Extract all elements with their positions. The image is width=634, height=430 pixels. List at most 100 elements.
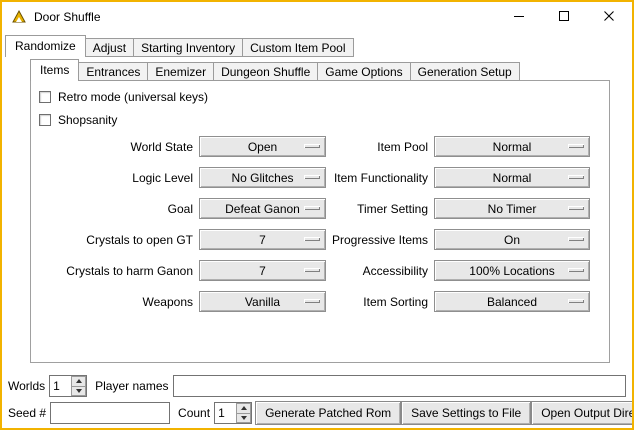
maximize-icon (559, 11, 570, 22)
options-form: World State Open Item Pool Normal Logic … (31, 131, 609, 317)
dropdown-indicator (568, 268, 584, 272)
tab-enemizer[interactable]: Enemizer (147, 62, 214, 81)
tab-entrances[interactable]: Entrances (78, 62, 148, 81)
items-pane: Retro mode (universal keys) Shopsanity W… (30, 80, 610, 363)
weapons-label: Weapons (31, 295, 199, 309)
window-title: Door Shuffle (34, 10, 101, 24)
window-controls (497, 2, 632, 31)
weapons-dropdown[interactable]: Vanilla (199, 291, 326, 312)
item-functionality-dropdown[interactable]: Normal (434, 167, 590, 188)
logic-level-label: Logic Level (31, 171, 199, 185)
dropdown-indicator (568, 237, 584, 241)
count-spinner-arrows (236, 403, 251, 423)
dropdown-indicator (568, 206, 584, 210)
progressive-items-dropdown[interactable]: On (434, 229, 590, 250)
player-names-input[interactable] (173, 375, 627, 397)
shopsanity-row: Shopsanity (31, 108, 609, 131)
tab-starting-inventory[interactable]: Starting Inventory (133, 38, 243, 57)
worlds-value: 1 (50, 376, 71, 396)
item-sorting-label: Item Sorting (326, 295, 434, 309)
seed-label: Seed # (8, 406, 46, 420)
dropdown-indicator (304, 206, 320, 210)
timer-setting-label: Timer Setting (326, 202, 434, 216)
world-state-value: Open (248, 140, 277, 154)
progressive-items-value: On (504, 233, 520, 247)
spinner-up-icon (241, 406, 247, 410)
dropdown-indicator (568, 144, 584, 148)
goal-dropdown[interactable]: Defeat Ganon (199, 198, 326, 219)
tab-dungeon-shuffle[interactable]: Dungeon Shuffle (213, 62, 318, 81)
timer-setting-value: No Timer (488, 202, 537, 216)
dropdown-indicator (304, 175, 320, 179)
tab-items[interactable]: Items (30, 59, 79, 81)
tab-game-options[interactable]: Game Options (317, 62, 410, 81)
minimize-icon (514, 11, 525, 22)
accessibility-dropdown[interactable]: 100% Locations (434, 260, 590, 281)
outer-tab-bar: Randomize Adjust Starting Inventory Cust… (5, 35, 354, 57)
world-state-dropdown[interactable]: Open (199, 136, 326, 157)
worlds-spinner-up[interactable] (71, 376, 86, 387)
minimize-button[interactable] (497, 2, 542, 31)
count-value: 1 (215, 403, 236, 423)
retro-mode-row: Retro mode (universal keys) (31, 85, 609, 108)
item-pool-dropdown[interactable]: Normal (434, 136, 590, 157)
app-icon (11, 9, 27, 25)
seed-input[interactable] (50, 402, 170, 424)
form-row: Logic Level No Glitches Item Functionali… (31, 162, 609, 193)
crystals-harm-ganon-value: 7 (259, 264, 266, 278)
worlds-spinner-down[interactable] (71, 387, 86, 397)
open-output-directory-button[interactable]: Open Output Directory (531, 401, 634, 425)
crystals-open-gt-dropdown[interactable]: 7 (199, 229, 326, 250)
tab-custom-item-pool[interactable]: Custom Item Pool (242, 38, 353, 57)
item-sorting-value: Balanced (487, 295, 537, 309)
item-pool-label: Item Pool (326, 140, 434, 154)
tab-randomize[interactable]: Randomize (5, 35, 86, 57)
crystals-open-gt-value: 7 (259, 233, 266, 247)
titlebar: Door Shuffle (2, 2, 632, 31)
world-state-label: World State (31, 140, 199, 154)
accessibility-label: Accessibility (326, 264, 434, 278)
count-label: Count (178, 406, 210, 420)
form-row: World State Open Item Pool Normal (31, 131, 609, 162)
goal-value: Defeat Ganon (225, 202, 300, 216)
retro-mode-checkbox[interactable] (39, 91, 51, 103)
item-functionality-value: Normal (493, 171, 532, 185)
player-names-label: Player names (95, 379, 168, 393)
accessibility-value: 100% Locations (469, 264, 554, 278)
logic-level-dropdown[interactable]: No Glitches (199, 167, 326, 188)
tab-adjust[interactable]: Adjust (85, 38, 134, 57)
close-button[interactable] (587, 2, 632, 31)
item-sorting-dropdown[interactable]: Balanced (434, 291, 590, 312)
worlds-spinner[interactable]: 1 (49, 375, 87, 397)
crystals-harm-ganon-dropdown[interactable]: 7 (199, 260, 326, 281)
seed-row: Seed # Count 1 Generate Patched Rom Save… (8, 401, 626, 425)
shopsanity-label: Shopsanity (58, 113, 117, 127)
logic-level-value: No Glitches (231, 171, 293, 185)
count-spinner-down[interactable] (236, 414, 251, 424)
save-settings-button[interactable]: Save Settings to File (401, 401, 531, 425)
timer-setting-dropdown[interactable]: No Timer (434, 198, 590, 219)
form-row: Goal Defeat Ganon Timer Setting No Timer (31, 193, 609, 224)
item-pool-value: Normal (493, 140, 532, 154)
weapons-value: Vanilla (245, 295, 280, 309)
dropdown-indicator (568, 299, 584, 303)
dropdown-indicator (304, 299, 320, 303)
progressive-items-label: Progressive Items (326, 233, 434, 247)
spinner-up-icon (76, 379, 82, 383)
inner-tab-bar: Items Entrances Enemizer Dungeon Shuffle… (30, 59, 520, 81)
shopsanity-checkbox[interactable] (39, 114, 51, 126)
spinner-down-icon (76, 389, 82, 393)
goal-label: Goal (31, 202, 199, 216)
dropdown-indicator (304, 144, 320, 148)
spinner-down-icon (241, 416, 247, 420)
count-spinner[interactable]: 1 (214, 402, 252, 424)
crystals-harm-ganon-label: Crystals to harm Ganon (31, 264, 199, 278)
worlds-spinner-arrows (71, 376, 86, 396)
tab-generation-setup[interactable]: Generation Setup (410, 62, 520, 81)
maximize-button[interactable] (542, 2, 587, 31)
window: Door Shuffle Randomize Adjust Starting I… (0, 0, 634, 430)
close-icon (604, 11, 615, 22)
count-spinner-up[interactable] (236, 403, 251, 414)
generate-patched-rom-button[interactable]: Generate Patched Rom (255, 401, 401, 425)
dropdown-indicator (304, 237, 320, 241)
